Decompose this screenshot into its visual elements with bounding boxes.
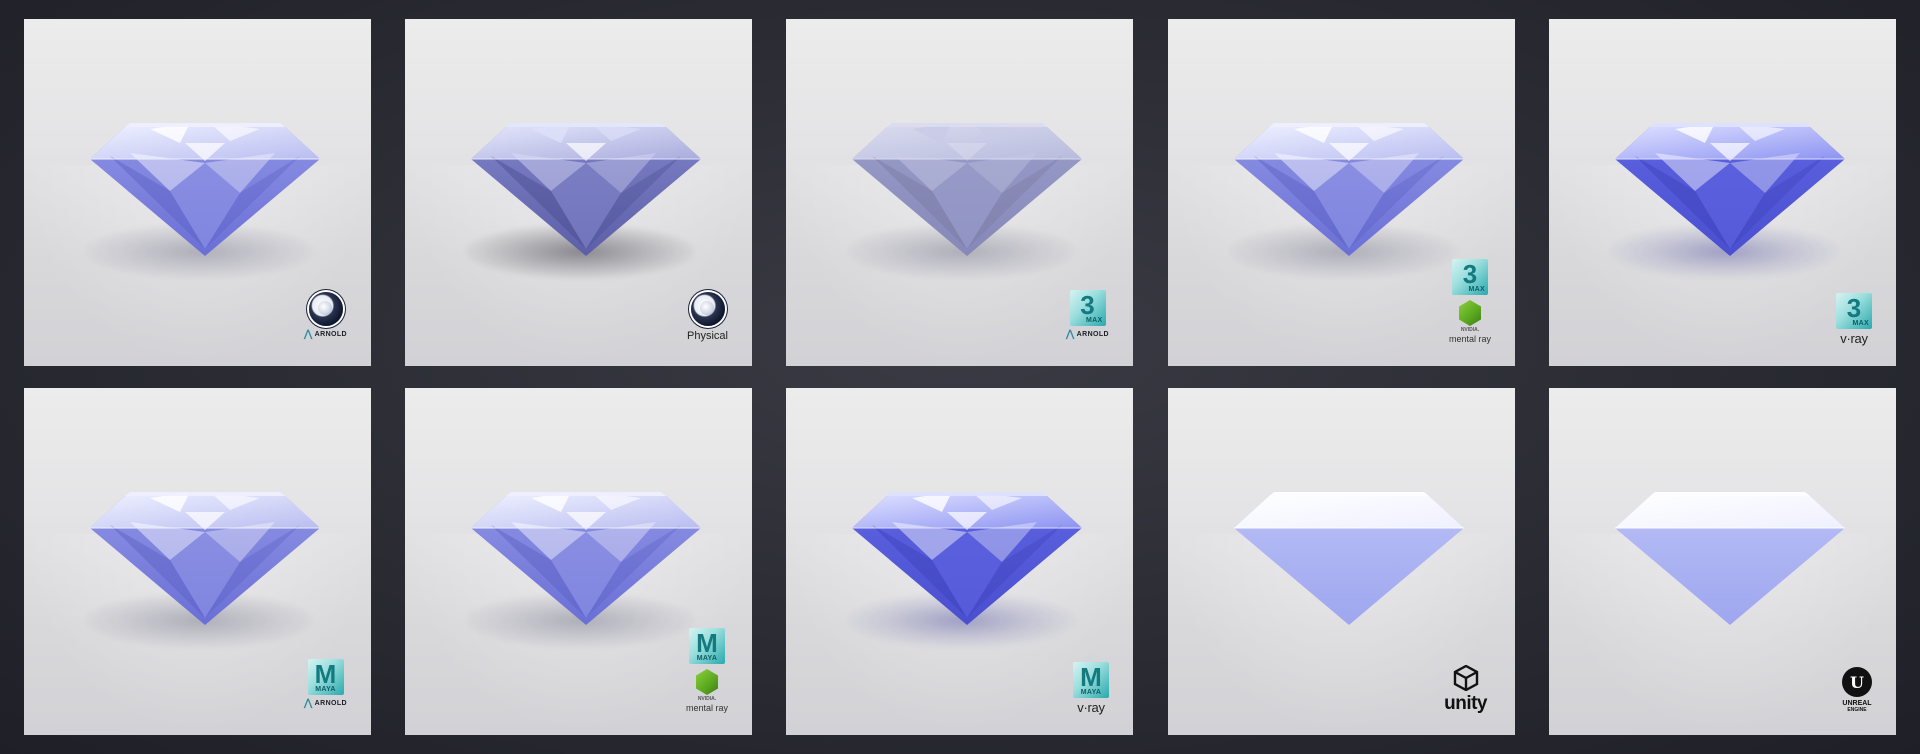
nvidia-label: NVIDIA. xyxy=(1460,327,1480,333)
renderer-badge: Physical xyxy=(687,292,728,342)
physical-label: Physical xyxy=(687,330,728,342)
nvidia-label: NVIDIA. xyxy=(697,696,717,702)
renderer-badge: 3 MAX ⋀ ARNOLD xyxy=(1066,290,1109,340)
gemstone-render xyxy=(1615,123,1845,256)
arnold-label: ARNOLD xyxy=(314,700,347,707)
gemstone-render xyxy=(1615,492,1845,625)
renderer-badge: M MAYA v·ray xyxy=(1073,662,1109,715)
renderer-badge: 3 MAX v·ray xyxy=(1836,293,1872,346)
render-tile-unity: unity xyxy=(1168,388,1515,735)
render-tile-max-mentalray: 3 MAX NVIDIA. mental ray xyxy=(1168,19,1515,366)
render-tile-maya-vray: M MAYA v·ray xyxy=(786,388,1133,735)
gemstone-render xyxy=(471,492,701,625)
arnold-label: ARNOLD xyxy=(314,331,347,338)
render-tile-max-vray: 3 MAX v·ray xyxy=(1549,19,1896,366)
vray-logo-icon: v·ray xyxy=(1077,700,1105,715)
max-label: MAX xyxy=(1468,286,1485,293)
gemstone-render xyxy=(852,492,1082,625)
maya-label: MAYA xyxy=(315,686,336,693)
renderer-badge: 3 MAX NVIDIA. mental ray xyxy=(1449,259,1491,344)
mental-ray-logo-icon xyxy=(695,669,718,695)
mental-ray-logo-icon xyxy=(1458,300,1481,326)
renderer-badge: ⋀ ARNOLD xyxy=(304,292,347,340)
render-tile-unreal: U UNREAL ENGINE xyxy=(1549,388,1896,735)
mental-ray-label: mental ray xyxy=(1448,334,1491,344)
3dsmax-logo-icon: 3 MAX xyxy=(1451,259,1488,295)
mental-ray-label: mental ray xyxy=(685,703,728,713)
renderer-badge: M MAYA ⋀ ARNOLD xyxy=(304,659,347,709)
renderer-badge: U UNREAL ENGINE xyxy=(1842,667,1872,713)
max-label: MAX xyxy=(1852,320,1869,327)
unity-logo-icon xyxy=(1453,665,1478,691)
vray-logo-icon: v·ray xyxy=(1840,331,1868,346)
maya-label: MAYA xyxy=(1080,689,1102,696)
3dsmax-logo-icon: 3 MAX xyxy=(1069,290,1106,326)
unreal-engine-logo-icon: U xyxy=(1842,667,1872,697)
gemstone-render xyxy=(90,492,320,625)
gemstone-render xyxy=(852,123,1082,256)
gemstone-render xyxy=(90,123,320,256)
arnold-logo: ⋀ ARNOLD xyxy=(304,698,347,709)
render-tile-c4d-physical: Physical xyxy=(405,19,752,366)
render-tile-maya-arnold: M MAYA ⋀ ARNOLD xyxy=(24,388,371,735)
arnold-label: ARNOLD xyxy=(1076,331,1109,338)
max-label: MAX xyxy=(1086,317,1103,324)
engine-label: ENGINE xyxy=(1847,707,1867,713)
cinema4d-logo-icon xyxy=(308,292,343,326)
gemstone-render xyxy=(1234,492,1464,625)
arnold-logo: ⋀ ARNOLD xyxy=(1066,329,1109,340)
unity-label: unity xyxy=(1444,693,1487,714)
maya-logo-icon: M MAYA xyxy=(307,659,344,695)
unreal-label: UNREAL xyxy=(1842,700,1872,707)
arnold-logo-icon: ⋀ xyxy=(304,329,313,340)
arnold-logo: ⋀ ARNOLD xyxy=(304,329,347,340)
maya-label: MAYA xyxy=(696,655,718,662)
gemstone-render xyxy=(1234,123,1464,256)
renderer-badge: M MAYA NVIDIA. mental ray xyxy=(686,628,728,713)
render-tile-max-arnold: 3 MAX ⋀ ARNOLD xyxy=(786,19,1133,366)
arnold-logo-icon: ⋀ xyxy=(304,698,313,709)
maya-logo-icon: M MAYA xyxy=(688,628,725,664)
gemstone-render xyxy=(471,123,701,256)
render-comparison-grid: ⋀ ARNOLD Physical 3 MAX ⋀ ARNOLD 3 MAX N… xyxy=(0,0,1920,754)
cinema4d-logo-icon xyxy=(690,292,725,326)
arnold-logo-icon: ⋀ xyxy=(1066,329,1075,340)
render-tile-c4d-arnold: ⋀ ARNOLD xyxy=(24,19,371,366)
3dsmax-logo-icon: 3 MAX xyxy=(1836,293,1872,329)
render-tile-maya-mentalray: M MAYA NVIDIA. mental ray xyxy=(405,388,752,735)
renderer-badge: unity xyxy=(1444,665,1487,715)
maya-logo-icon: M MAYA xyxy=(1073,662,1109,698)
